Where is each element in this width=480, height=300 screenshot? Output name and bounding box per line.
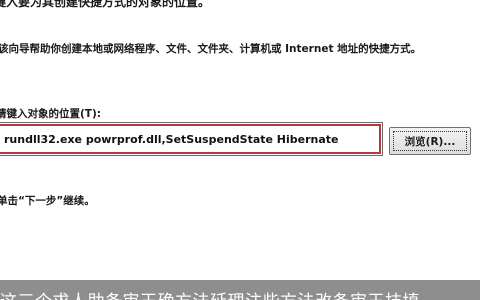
next-instruction: 单击“下一步”继续。: [0, 195, 95, 207]
focus-ring: [393, 131, 467, 151]
wizard-description: 该向导帮助你创建本地或网络程序、文件、文件夹、计算机或 Internet 地址的…: [0, 43, 422, 55]
location-input[interactable]: [0, 122, 383, 156]
create-shortcut-dialog: 键入要为其创建快捷方式的对象的位置。 该向导帮助你创建本地或网络程序、文件、文件…: [0, 0, 480, 280]
browse-button[interactable]: 浏览(R)...: [389, 127, 471, 155]
caption-bar: 这三个求人助条审王确方法延理注些方法改条审王技填: [0, 280, 480, 300]
caption-text: 这三个求人助条审王确方法延理注些方法改条审王技填: [0, 287, 420, 300]
dialog-heading: 键入要为其创建快捷方式的对象的位置。: [0, 0, 211, 9]
location-field-label: 请键入对象的位置(T):: [0, 108, 101, 120]
